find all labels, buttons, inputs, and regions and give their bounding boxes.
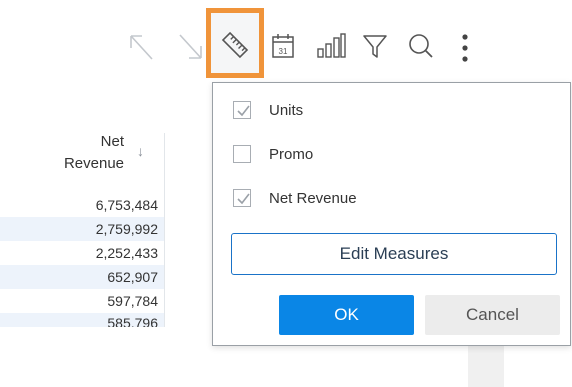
more-vertical-icon[interactable] xyxy=(458,33,472,63)
measures-dropdown: Units Promo Net Revenue Edit Measures OK… xyxy=(212,82,571,346)
column-header-line1: Net xyxy=(100,133,124,150)
option-promo[interactable]: Promo xyxy=(233,143,313,165)
sort-descending-icon[interactable]: ↓ xyxy=(137,143,144,159)
net-revenue-column-header[interactable]: Net Revenue ↓ xyxy=(40,133,165,193)
table-cell: 597,784 xyxy=(0,289,165,313)
ok-button[interactable]: OK xyxy=(279,295,414,335)
calendar-day: 31 xyxy=(279,47,288,56)
option-label: Promo xyxy=(269,145,314,163)
option-label: Net Revenue xyxy=(269,189,357,207)
table-cell: 2,252,433 xyxy=(0,241,165,265)
background-cell xyxy=(468,345,504,387)
option-net-revenue[interactable]: Net Revenue xyxy=(233,187,357,209)
net-revenue-column: 6,753,484 2,759,992 2,252,433 652,907 59… xyxy=(0,193,165,327)
expand-arrow-icon[interactable] xyxy=(128,33,154,61)
ruler-icon[interactable] xyxy=(220,30,250,60)
net-revenue-checkbox[interactable] xyxy=(233,189,251,207)
units-checkbox[interactable] xyxy=(233,101,251,119)
table-cell: 6,753,484 xyxy=(0,193,165,217)
calendar-icon[interactable]: 31 xyxy=(271,33,295,59)
table-cell: 585,796 xyxy=(0,313,165,327)
search-icon[interactable] xyxy=(408,33,434,59)
collapse-arrow-icon[interactable] xyxy=(178,33,204,61)
option-label: Units xyxy=(269,101,304,119)
option-units[interactable]: Units xyxy=(233,99,303,121)
bar-chart-icon[interactable] xyxy=(316,33,346,59)
column-header-line2: Revenue xyxy=(63,155,124,172)
table-cell: 652,907 xyxy=(0,265,165,289)
promo-checkbox[interactable] xyxy=(233,145,251,163)
cancel-button[interactable]: Cancel xyxy=(425,295,560,335)
edit-measures-button[interactable]: Edit Measures xyxy=(231,233,557,275)
filter-icon[interactable] xyxy=(362,33,388,59)
table-cell: 2,759,992 xyxy=(0,217,165,241)
